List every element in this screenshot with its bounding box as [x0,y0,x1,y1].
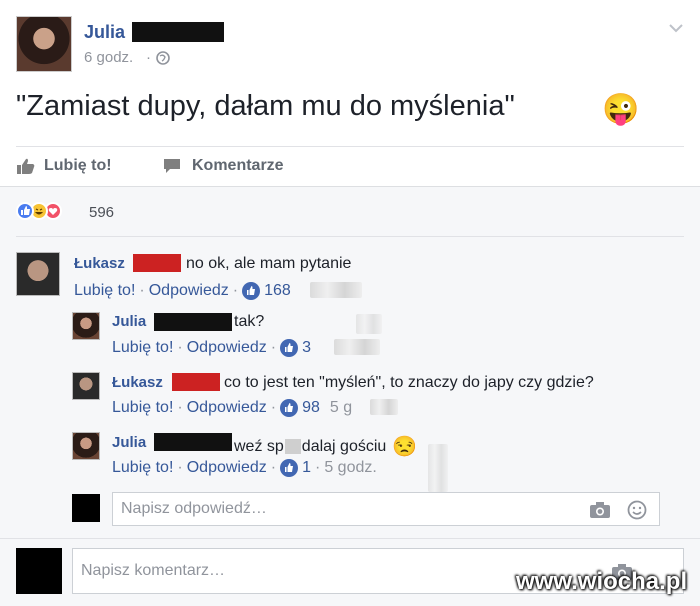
like-count-icon [280,399,299,417]
reply-avatar[interactable] [72,312,100,340]
reply-author[interactable]: Łukasz [112,374,163,391]
like-action-label: Lubię to! [44,157,112,174]
comment-actions: Lubię to! · Odpowiedz · 168 [74,282,291,300]
comment-icon [164,159,180,173]
reply-input-placeholder: Napisz odpowiedź… [121,500,267,517]
watermark: www.wiocha.pl [516,568,688,595]
post-time[interactable]: 6 godz. [84,49,133,66]
comment-input-placeholder: Napisz komentarz… [81,562,226,579]
reply-reply-link[interactable]: Odpowiedz [187,459,267,477]
comment-like-count[interactable]: 168 [264,282,291,300]
reply-author[interactable]: Julia [112,434,146,451]
chevron-down-icon[interactable] [668,22,684,34]
comment-text: no ok, ale mam pytanie [186,255,352,272]
comments-section [0,186,700,606]
reply-actions: Lubię to! · Odpowiedz · 3 [112,339,311,357]
reply-time[interactable]: 5 g [330,399,352,417]
blurred-region [356,314,382,334]
like-count-icon [242,282,261,300]
thumbs-up-icon [17,158,35,174]
current-user-avatar [72,494,100,522]
emoji-icon[interactable] [627,500,647,520]
comment-action-button[interactable]: Komentarze [162,152,284,180]
reactions-summary[interactable] [16,202,86,224]
post-text: "Zamiast dupy, dałam mu do myślenia" [16,90,515,122]
reply-text-part: dalaj gościu [301,437,387,455]
redaction-bar [172,373,220,391]
reply-actions: Lubię to! · Odpowiedz · 98 5 g [112,399,352,417]
reply-actions: Lubię to! · Odpowiedz · 1 · 5 godz. [112,459,377,477]
redaction-bar [132,22,224,42]
divider [0,538,700,539]
blurred-timestamp [310,282,362,298]
separator-dot: · [315,459,321,476]
author-avatar[interactable] [16,16,72,72]
comment-like-link[interactable]: Lubię to! [74,282,135,300]
redaction-bar [154,313,232,331]
separator-dot: · [146,49,151,66]
reply-reply-link[interactable]: Odpowiedz [187,399,267,417]
reply-text: co to jest ten "myśleń", to znaczy do ja… [224,374,594,391]
reply-like-count[interactable]: 3 [302,339,311,357]
unamused-emoji: 😒 [392,436,418,458]
reply-like-link[interactable]: Lubię to! [112,339,173,357]
winking-tongue-emoji: 😜 [602,93,640,126]
like-count-icon [280,339,299,357]
reply-like-count[interactable]: 98 [302,399,320,417]
redaction-bar [154,433,232,451]
reply-author[interactable]: Julia [112,313,146,330]
like-action-button[interactable]: Lubię to! [16,152,112,180]
reply-like-link[interactable]: Lubię to! [112,459,173,477]
commenter-avatar[interactable] [16,252,60,296]
camera-icon[interactable] [589,501,611,519]
reply-text-part: weź sp [234,437,284,455]
reply-input[interactable]: Napisz odpowiedź… [112,492,660,526]
separator-dot: · [270,459,277,476]
reply-text: weź sp dalaj gościu 😒 [234,434,417,459]
reply-text: tak? [234,313,265,330]
separator-dot: · [270,339,277,356]
like-icon [16,202,34,220]
blurred-region [428,444,448,492]
reply-reply-link[interactable]: Odpowiedz [187,339,267,357]
author-name[interactable]: Julia [84,22,125,43]
reply-avatar[interactable] [72,372,100,400]
comment-author[interactable]: Łukasz [74,255,125,272]
comment-action-label: Komentarze [192,157,284,174]
reactions-count[interactable]: 596 [89,204,114,221]
reply-like-link[interactable]: Lubię to! [112,399,173,417]
separator-dot: · [232,282,239,299]
divider [16,146,684,147]
separator-dot: · [177,399,183,416]
separator-dot: · [139,282,145,299]
censor-block [284,439,301,454]
reply-time[interactable]: 5 godz. [324,459,376,477]
globe-icon [156,51,170,65]
blurred-timestamp [334,339,380,355]
current-user-avatar [16,548,62,594]
separator-dot: · [177,459,183,476]
comment-reply-link[interactable]: Odpowiedz [149,282,229,300]
blurred-timestamp [370,399,398,415]
reply-avatar[interactable] [72,432,100,460]
divider [16,236,684,237]
separator-dot: · [270,399,277,416]
reply-like-count[interactable]: 1 [302,459,311,477]
separator-dot: · [177,339,183,356]
divider [0,186,700,187]
redaction-bar [133,254,181,272]
like-count-icon [280,459,299,477]
